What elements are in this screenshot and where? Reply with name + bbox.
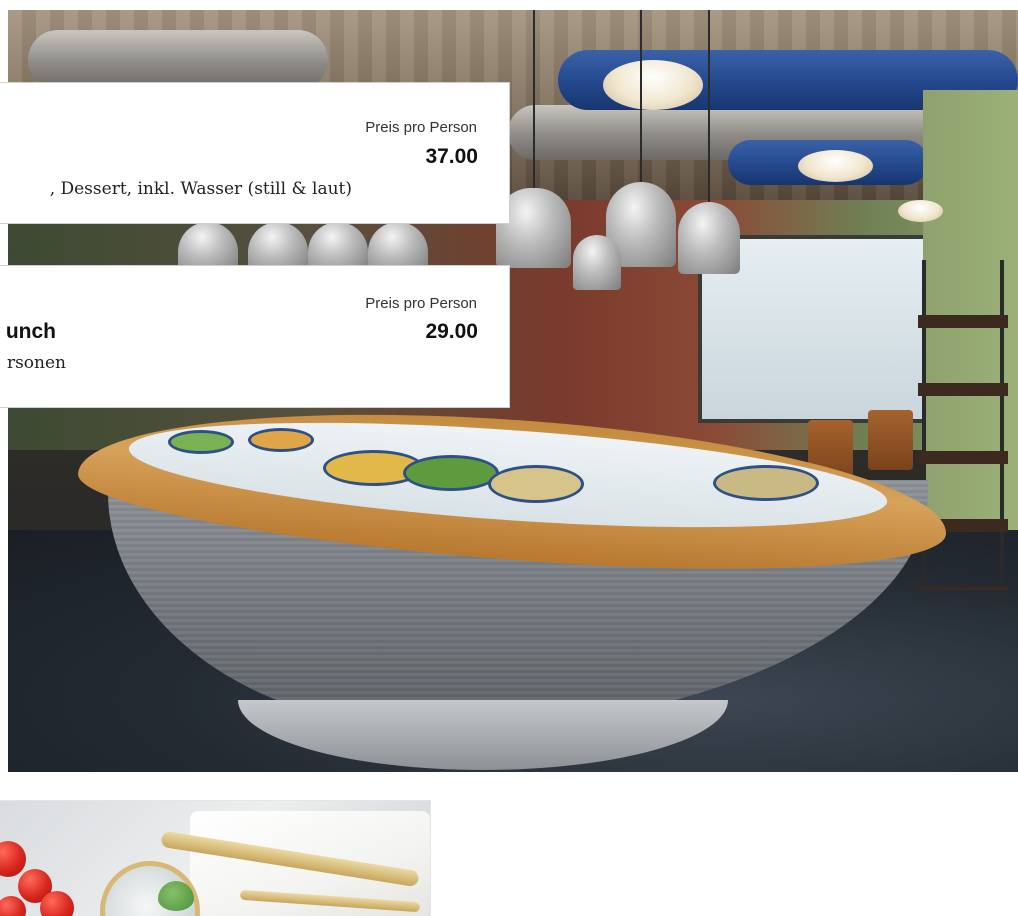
tomato [40,891,74,916]
salad-bowl [488,465,584,503]
menu-card: Preis pro Person 37.00 n , Dessert, inkl… [0,82,510,224]
lamp-cord [708,10,710,205]
menu-description: rsonen [6,353,66,373]
menu-title: unch [5,320,56,343]
ceiling-lamp [898,200,943,222]
tomato [0,841,26,877]
pendant-lamp [573,235,621,290]
chair [868,410,913,470]
salad-bowl [713,465,819,501]
salad-bowl [248,428,314,452]
price-value: 37.00 [425,145,478,168]
menu-card: Preis pro Person 29.00 unch rsonen [0,265,510,408]
price-label: Preis pro Person [365,295,477,312]
price-value: 29.00 [425,320,478,343]
price-label: Preis pro Person [365,119,477,136]
ceiling-duct [28,30,328,90]
salad-bowl [168,430,234,454]
lamp-cord [533,10,535,190]
tomato [0,896,26,916]
ceiling-lamp [798,150,873,182]
table-setting-photo [0,800,431,916]
menu-description: , Dessert, inkl. Wasser (still & laut) [49,179,352,199]
salad-bowl [403,455,499,491]
pendant-lamp [678,202,740,274]
mint-leaf [158,881,194,911]
page: Preis pro Person 37.00 n , Dessert, inkl… [0,0,1018,916]
lamp-cord [640,10,642,185]
ceiling-lamp [603,60,703,110]
